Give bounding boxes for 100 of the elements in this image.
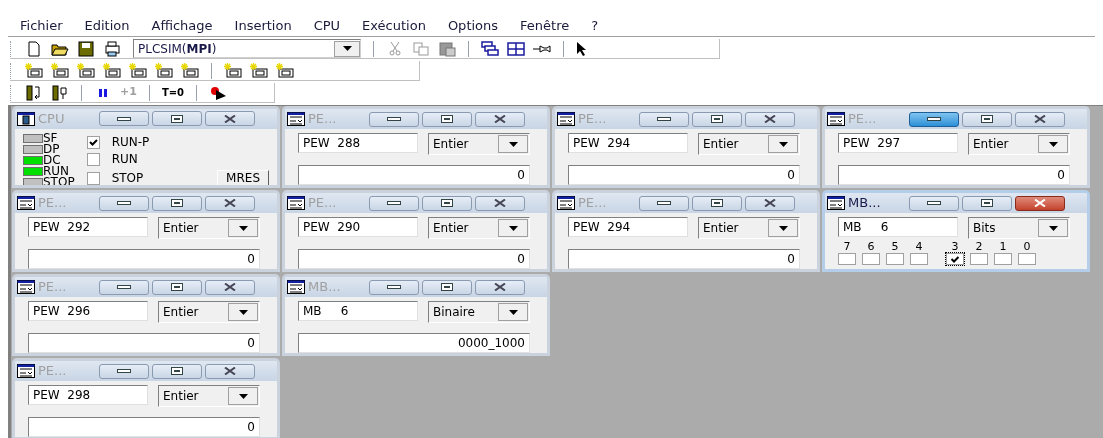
minimize-button[interactable] <box>369 279 419 295</box>
menu-item[interactable]: Insertion <box>234 16 292 36</box>
insert-table-icon[interactable] <box>77 62 95 79</box>
reset-timers-button[interactable]: T=0 <box>161 85 185 100</box>
maximize-button[interactable] <box>692 195 742 211</box>
address-field[interactable]: MB 6 <box>298 301 418 321</box>
minimize-button[interactable] <box>369 195 419 211</box>
minimize-button[interactable] <box>639 195 689 211</box>
new-file-icon[interactable] <box>25 40 43 57</box>
format-dropdown[interactable]: Entier <box>428 217 530 239</box>
close-button[interactable] <box>475 111 525 127</box>
insert-table-icon[interactable] <box>155 62 173 79</box>
value-field[interactable]: 0 <box>568 165 800 185</box>
access-path-dropdown[interactable]: PLCSIM(MPI) <box>133 39 361 58</box>
minimize-button[interactable] <box>369 111 419 127</box>
mres-button[interactable]: MRES <box>217 169 269 185</box>
address-field[interactable]: PEW 292 <box>28 217 148 237</box>
format-dropdown[interactable]: Entier <box>698 133 800 155</box>
minimize-button[interactable] <box>909 195 959 211</box>
mode-icon[interactable] <box>25 84 43 101</box>
maximize-button[interactable] <box>152 363 202 379</box>
address-field[interactable]: PEW 294 <box>568 133 688 153</box>
minimize-button[interactable] <box>99 279 149 295</box>
mode-checkbox[interactable] <box>86 135 100 149</box>
mode-checkbox[interactable] <box>86 172 100 185</box>
minimize-button[interactable] <box>909 111 959 127</box>
address-field[interactable]: PEW 294 <box>568 217 688 237</box>
address-field[interactable]: PEW 296 <box>28 301 148 321</box>
insert-table-icon[interactable] <box>51 62 69 79</box>
insert-table-icon[interactable] <box>129 62 147 79</box>
maximize-button[interactable] <box>152 195 202 211</box>
close-button[interactable] <box>1015 111 1065 127</box>
format-dropdown[interactable]: Entier <box>158 385 260 407</box>
address-field[interactable]: MB 6 <box>838 217 958 237</box>
format-dropdown[interactable]: Entier <box>158 217 260 239</box>
format-dropdown[interactable]: Entier <box>698 217 800 239</box>
maximize-button[interactable] <box>692 111 742 127</box>
format-dropdown[interactable]: Entier <box>158 301 260 323</box>
menu-item[interactable]: Fenêtre <box>520 16 570 36</box>
menu-item[interactable]: Exécution <box>362 16 426 36</box>
close-button[interactable] <box>745 111 795 127</box>
value-field[interactable]: 0 <box>568 249 800 269</box>
menu-item[interactable]: Fichier <box>20 16 63 36</box>
maximize-button[interactable] <box>422 195 472 211</box>
menu-item[interactable]: Edition <box>84 16 130 36</box>
minimize-button[interactable] <box>99 111 149 127</box>
format-dropdown[interactable]: Bits <box>968 217 1070 239</box>
minimize-button[interactable] <box>99 195 149 211</box>
address-field[interactable]: PEW 290 <box>298 217 418 237</box>
print-icon[interactable] <box>103 40 121 57</box>
minimize-button[interactable] <box>99 363 149 379</box>
bit-checkbox[interactable] <box>862 253 880 265</box>
minimize-button[interactable] <box>639 111 689 127</box>
insert-table-icon[interactable] <box>25 62 43 79</box>
insert-table-icon[interactable] <box>181 62 199 79</box>
bit-checkbox[interactable] <box>910 253 928 265</box>
bit-checkbox[interactable] <box>1018 253 1036 265</box>
value-field[interactable]: 0000_1000 <box>298 333 530 353</box>
value-field[interactable]: 0 <box>838 165 1070 185</box>
close-button[interactable] <box>475 195 525 211</box>
menu-item[interactable]: Affichage <box>151 16 213 36</box>
value-field[interactable]: 0 <box>28 417 260 437</box>
value-field[interactable]: 0 <box>28 249 260 269</box>
format-dropdown[interactable]: Entier <box>428 133 530 155</box>
mode-checkbox[interactable] <box>86 152 100 166</box>
close-button[interactable] <box>205 111 255 127</box>
menu-item[interactable]: ? <box>591 16 599 36</box>
maximize-button[interactable] <box>152 111 202 127</box>
maximize-button[interactable] <box>962 111 1012 127</box>
close-button[interactable] <box>475 279 525 295</box>
bit-checkbox[interactable] <box>838 253 856 265</box>
cycle-mode-icon[interactable] <box>51 84 69 101</box>
value-field[interactable]: 0 <box>298 165 530 185</box>
insert-table-icon[interactable] <box>250 62 268 79</box>
format-dropdown[interactable]: Binaire <box>428 301 530 323</box>
format-dropdown[interactable]: Entier <box>968 133 1070 155</box>
insert-table-icon[interactable] <box>276 62 294 79</box>
record-icon[interactable] <box>209 84 228 101</box>
close-button[interactable] <box>1015 195 1065 211</box>
bit-checkbox[interactable] <box>970 253 988 265</box>
menu-item[interactable]: Options <box>447 16 499 36</box>
close-button[interactable] <box>745 195 795 211</box>
maximize-button[interactable] <box>152 279 202 295</box>
maximize-button[interactable] <box>422 279 472 295</box>
close-button[interactable] <box>205 279 255 295</box>
cascade-windows-icon[interactable] <box>481 40 499 57</box>
close-button[interactable] <box>205 363 255 379</box>
value-field[interactable]: 0 <box>28 333 260 353</box>
address-field[interactable]: PEW 297 <box>838 133 958 153</box>
save-icon[interactable] <box>77 40 95 57</box>
insert-table-icon[interactable] <box>224 62 242 79</box>
address-field[interactable]: PEW 288 <box>298 133 418 153</box>
paste-icon[interactable] <box>438 40 456 57</box>
insert-table-icon[interactable] <box>103 62 121 79</box>
value-field[interactable]: 0 <box>298 249 530 269</box>
tile-windows-icon[interactable] <box>507 40 525 57</box>
bit-checkbox[interactable] <box>946 253 964 265</box>
close-button[interactable] <box>205 195 255 211</box>
maximize-button[interactable] <box>962 195 1012 211</box>
menu-item[interactable]: CPU <box>313 16 341 36</box>
